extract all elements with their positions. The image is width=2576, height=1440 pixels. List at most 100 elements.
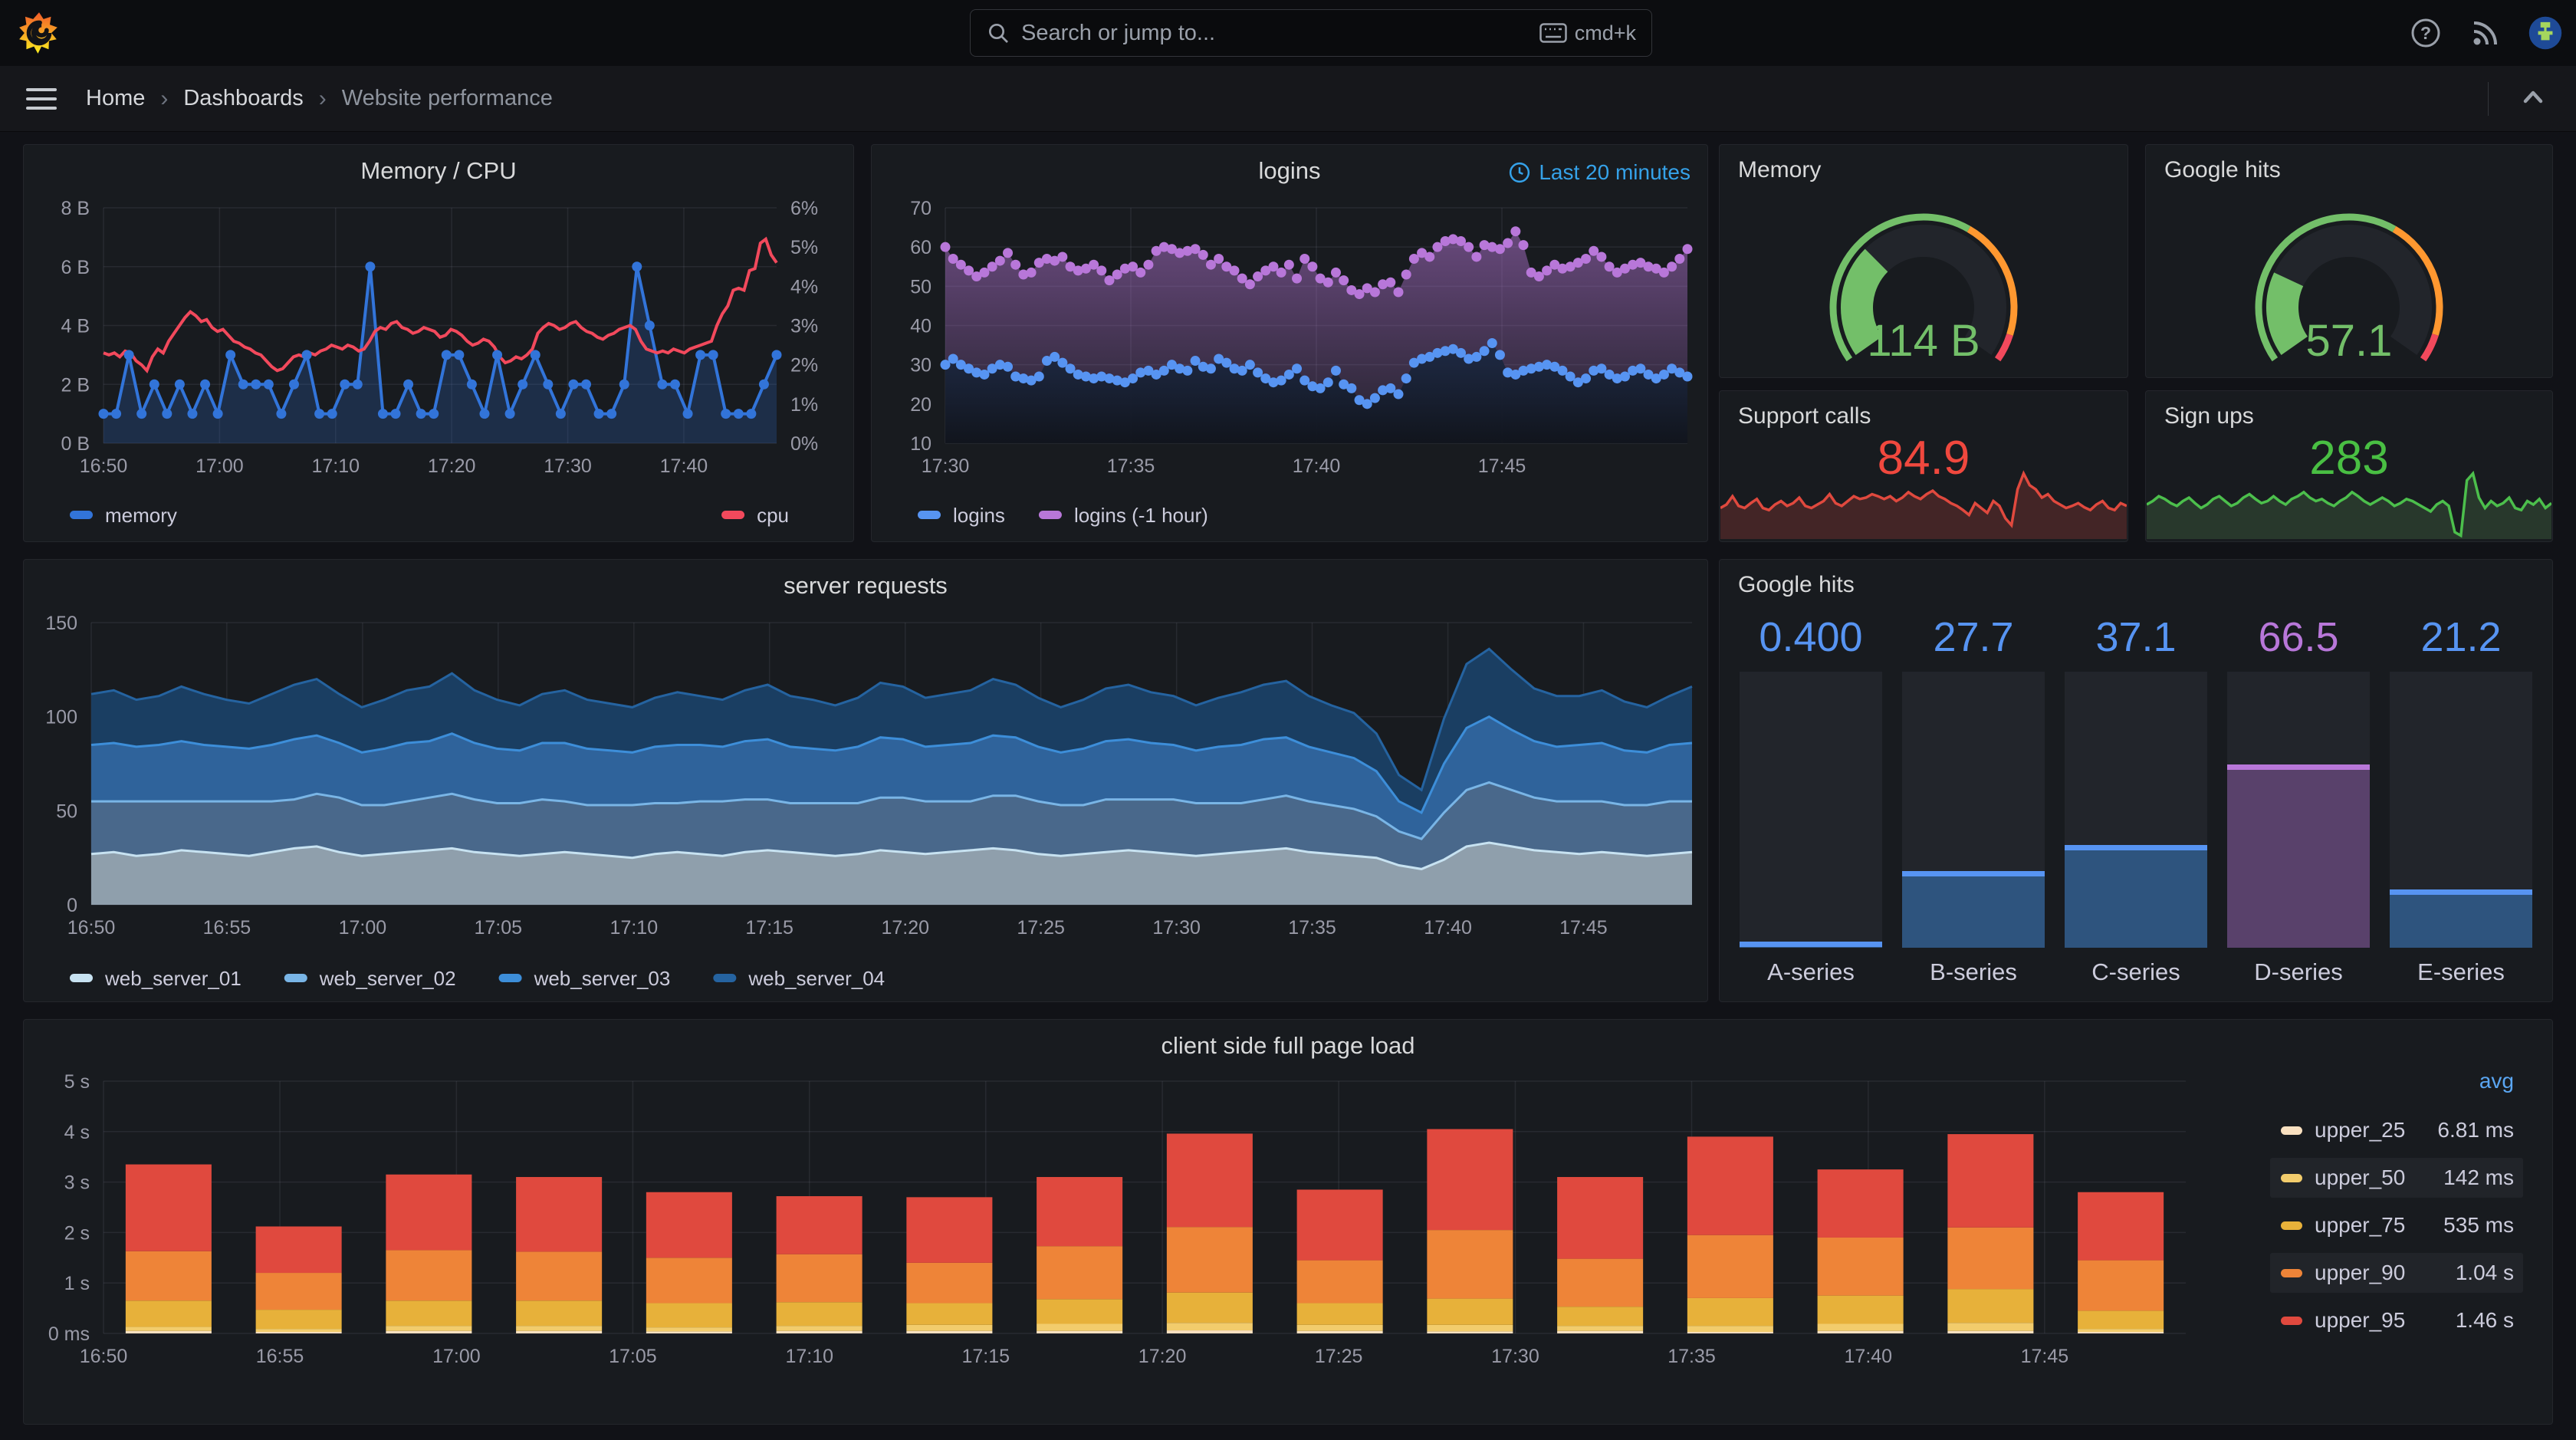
bar-label: D-series (2254, 958, 2343, 985)
upper_95-segment (1427, 1129, 1513, 1231)
gauge-value: 57.1 (2305, 316, 2393, 366)
upper_50-segment (255, 1329, 342, 1333)
legend-row-upper_50[interactable]: upper_50 142 ms (2270, 1158, 2523, 1198)
upper_50-segment (125, 1327, 212, 1331)
search-input[interactable]: Search or jump to... cmd+k (970, 9, 1652, 57)
legend-label: upper_50 (2315, 1165, 2406, 1189)
legend-item[interactable]: web_server_04 (713, 967, 885, 990)
bar-track (2390, 672, 2532, 948)
upper_75-segment (646, 1303, 732, 1328)
upper_95-segment (1687, 1136, 1773, 1235)
y-tick-label: 8 B (61, 198, 90, 219)
memory-series-area (104, 266, 777, 443)
x-tick-label: 17:00 (196, 455, 244, 477)
upper_25-segment (255, 1332, 342, 1333)
legend-label: web_server_01 (104, 967, 242, 990)
legend-row-upper_75[interactable]: upper_75 535 ms (2270, 1205, 2523, 1245)
y-tick-label: 6 B (61, 257, 90, 278)
bar-label: C-series (2091, 958, 2180, 985)
bar-track (1740, 672, 1882, 948)
upper_90-segment (776, 1254, 863, 1303)
panel-title[interactable]: Memory (1720, 157, 2128, 183)
upper_95-segment (2078, 1192, 2164, 1261)
panel-memory-gauge: Memory 114 B (1719, 144, 2128, 378)
panel-title[interactable]: client side full page load (24, 1032, 2552, 1060)
rss-news-icon[interactable] (2469, 16, 2502, 50)
panel-title[interactable]: Google hits (2146, 157, 2552, 183)
page-load-chart: 0 ms 1 s 2 s 3 s 4 s 5 s 16:50 16:55 17:00 17:05 1… (24, 1063, 2552, 1424)
legend-item[interactable]: web_server_02 (284, 967, 456, 990)
x-tick-label: 17:40 (660, 455, 708, 477)
page-load-legend: avg upper_25 6.81 ms upper_50 142 ms upper_75… (2270, 1069, 2523, 1340)
keyboard-icon (1539, 23, 1567, 43)
x-tick-label: 16:50 (80, 1346, 128, 1367)
upper_95-segment (1817, 1169, 1904, 1238)
x-tick-label: 17:20 (881, 917, 929, 939)
x-tick-label: 17:30 (544, 455, 592, 477)
legend-item[interactable]: memory (70, 504, 177, 527)
menu-hamburger-icon[interactable] (26, 84, 57, 114)
upper_50-segment (1166, 1323, 1253, 1331)
panel-time-range-link[interactable]: Last 20 minutes (1508, 160, 1691, 185)
legend-item[interactable]: web_server_03 (498, 967, 671, 990)
panel-title[interactable]: server requests (24, 572, 1707, 600)
y-tick-label: 2 B (61, 374, 90, 396)
bar-gauge-column: 37.1 C-series (2065, 613, 2207, 989)
panel-title[interactable]: Sign ups (2146, 403, 2552, 429)
y-tick-label: 0% (790, 433, 818, 455)
upper_75-segment (1166, 1292, 1253, 1323)
x-tick-label: 17:35 (1107, 455, 1155, 477)
legend-label: upper_95 (2315, 1308, 2406, 1332)
panel-title[interactable]: Memory / CPU (24, 157, 853, 185)
svg-text:?: ? (2420, 23, 2431, 43)
chevron-up-icon[interactable] (2516, 81, 2550, 118)
help-icon[interactable]: ? (2409, 16, 2443, 50)
breadcrumb-separator: › (318, 85, 327, 111)
bar-fill (2390, 889, 2532, 948)
bar-fill-edge (2227, 764, 2370, 770)
panel-title[interactable]: Support calls (1720, 403, 2128, 429)
y-tick-label: 5% (790, 237, 818, 258)
y-tick-label: 10 (910, 433, 932, 455)
panel-support-calls: Support calls 84.9 (1719, 390, 2128, 542)
cpu-series-line (103, 236, 778, 373)
y-tick-label: 6% (790, 198, 818, 219)
upper_50-segment (906, 1324, 993, 1331)
y-tick-label: 20 (910, 394, 932, 416)
bar-fill (1902, 871, 2045, 948)
y-tick-label: 40 (910, 316, 932, 337)
legend-row-upper_95[interactable]: upper_95 1.46 s (2270, 1300, 2523, 1340)
upper_95-segment (1557, 1177, 1644, 1259)
legend-label: web_server_02 (319, 967, 456, 990)
upper_90-segment (1427, 1230, 1513, 1299)
panel-title[interactable]: Google hits (1720, 572, 2552, 598)
legend-item[interactable]: cpu (721, 504, 789, 527)
panel-memory-cpu: Memory / CPU 0 B 2 B 4 B 6 B 8 B 0% 1% 2% 3% 4% 5%… (23, 144, 854, 542)
upper_95-segment (1947, 1134, 2034, 1228)
x-tick-label: 16:55 (203, 917, 251, 939)
upper_90-segment (1037, 1246, 1123, 1300)
legend-swatch (2281, 1316, 2302, 1325)
bar-fill-edge (1902, 871, 2045, 877)
bar-fill (2065, 845, 2207, 948)
legend-item[interactable]: logins (-1 hour) (1038, 504, 1208, 527)
bar-track (2227, 672, 2370, 948)
bar-fill-edge (2065, 845, 2207, 851)
user-avatar[interactable] (2528, 16, 2562, 50)
grafana-logo[interactable] (17, 11, 61, 55)
x-tick-label: 17:25 (1315, 1346, 1363, 1367)
legend-item[interactable]: web_server_01 (70, 967, 242, 990)
upper_25-segment (1817, 1330, 1904, 1333)
legend-item[interactable]: logins (918, 504, 1005, 527)
breadcrumb-dashboards[interactable]: Dashboards (183, 86, 303, 111)
y-tick-label: 5 s (64, 1071, 90, 1093)
legend-row-upper_25[interactable]: upper_25 6.81 ms (2270, 1110, 2523, 1150)
upper_90-segment (1687, 1235, 1773, 1298)
legend-row-upper_90[interactable]: upper_90 1.04 s (2270, 1253, 2523, 1293)
upper_75-segment (1037, 1299, 1123, 1324)
bar-label: E-series (2417, 958, 2505, 985)
upper_90-segment (516, 1251, 603, 1301)
y-tick-label: 50 (56, 801, 77, 822)
x-tick-label: 17:15 (745, 917, 794, 939)
breadcrumb-home[interactable]: Home (86, 86, 145, 111)
